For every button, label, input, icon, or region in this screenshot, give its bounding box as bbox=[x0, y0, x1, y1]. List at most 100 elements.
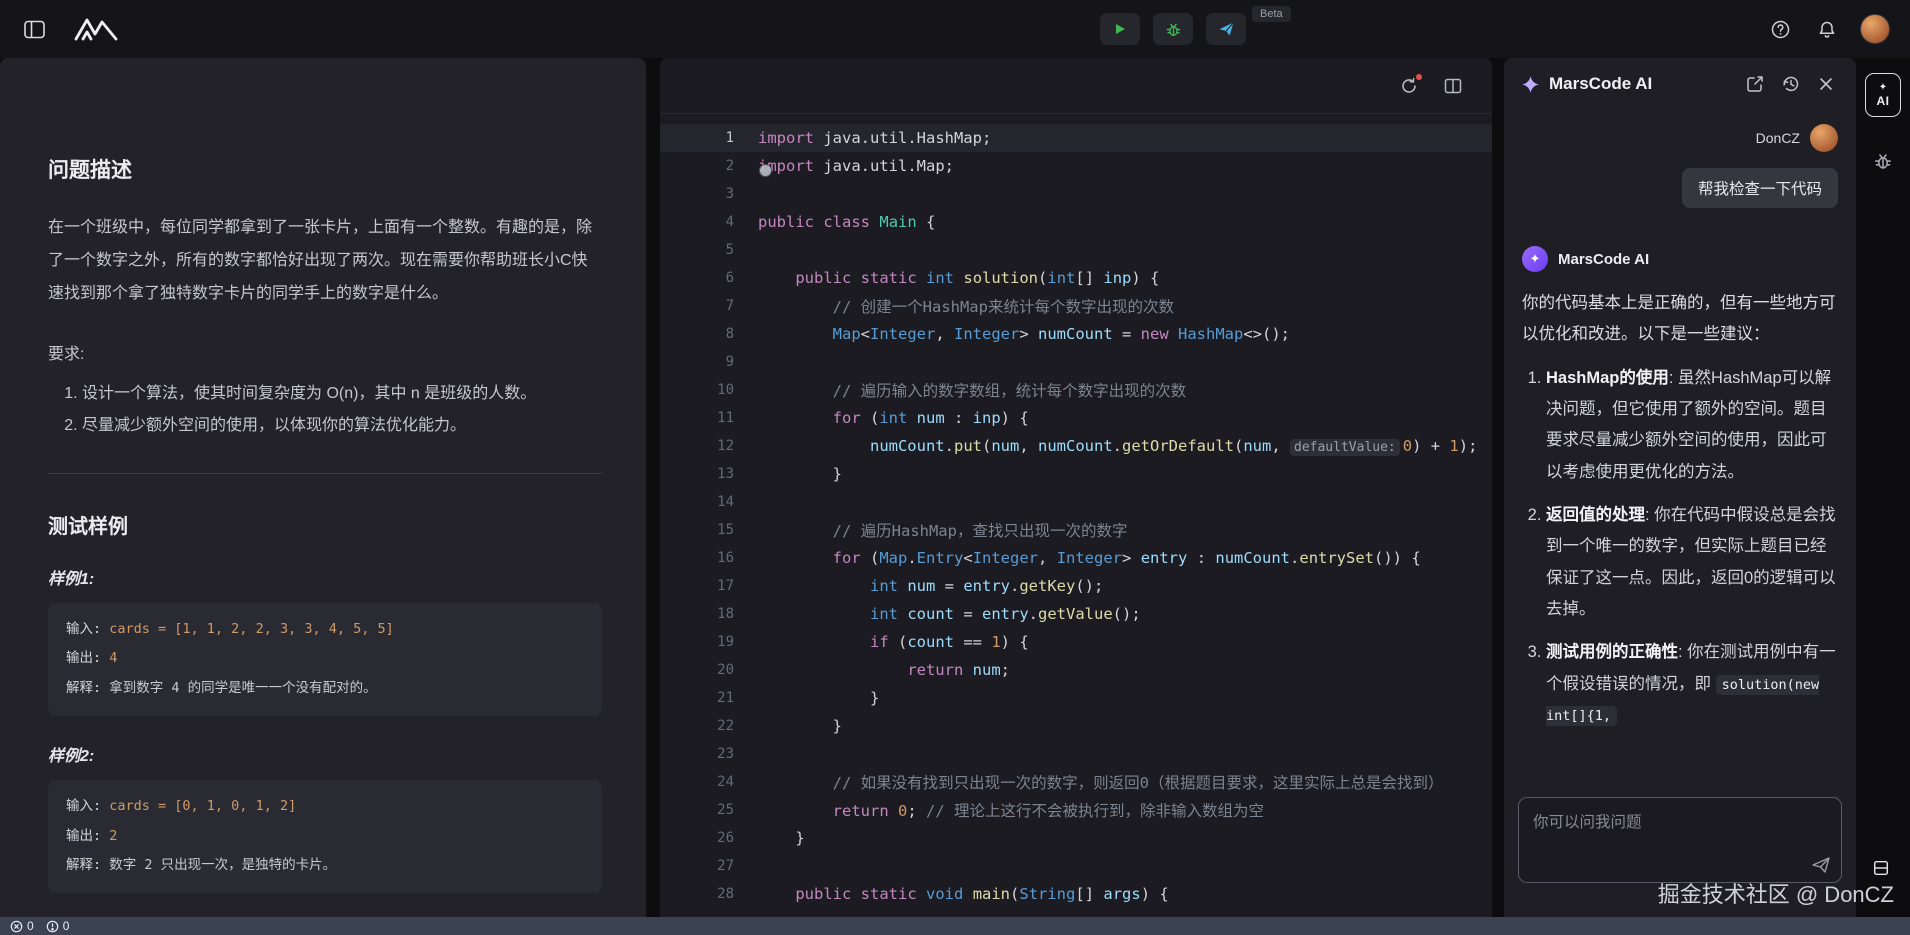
workspace: 问题描述 在一个班级中，每位同学都拿到了一张卡片，上面有一个整数。有趣的是，除了… bbox=[0, 58, 1910, 917]
split-editor-button[interactable] bbox=[1440, 73, 1466, 99]
ai-assistant-rail-button[interactable]: ✦ AI bbox=[1865, 73, 1901, 117]
code-line[interactable]: 13 } bbox=[660, 460, 1492, 488]
code-line[interactable]: 16 for (Map.Entry<Integer, Integer> entr… bbox=[660, 544, 1492, 572]
ai-message-header: ✦ MarsCode AI bbox=[1522, 246, 1838, 272]
chat-user-avatar bbox=[1810, 124, 1838, 152]
sample-label: 样例2: bbox=[48, 747, 95, 765]
code-line[interactable]: 22 } bbox=[660, 712, 1492, 740]
play-icon bbox=[1113, 22, 1127, 36]
ai-intro-text: 你的代码基本上是正确的，但有一些地方可以优化和改进。以下是一些建议： bbox=[1522, 294, 1836, 344]
right-rail: ✦ AI bbox=[1856, 58, 1910, 917]
panel-gap bbox=[1492, 58, 1504, 917]
code-line[interactable]: 26 } bbox=[660, 824, 1492, 852]
notifications-button[interactable] bbox=[1814, 16, 1840, 43]
submit-button[interactable] bbox=[1206, 13, 1246, 45]
mouse-cursor-dot bbox=[760, 165, 771, 176]
bug-icon bbox=[1165, 21, 1182, 38]
history-clock-icon bbox=[1782, 75, 1800, 93]
marscode-logo bbox=[73, 16, 119, 42]
refresh-icon bbox=[1400, 77, 1418, 95]
warning-count-value: 0 bbox=[62, 919, 70, 933]
code-line[interactable]: 17 int num = entry.getKey(); bbox=[660, 572, 1492, 600]
code-line[interactable]: 4 public class Main { bbox=[660, 208, 1492, 236]
send-message-button[interactable] bbox=[1811, 856, 1831, 874]
split-columns-icon bbox=[1444, 77, 1462, 95]
close-chat-button[interactable] bbox=[1814, 72, 1838, 96]
ai-suggestion: 返回值的处理: 你在代码中假设总是会找到一个唯一的数字，但实际上题目已经保证了这… bbox=[1546, 500, 1838, 625]
code-line[interactable]: 9 bbox=[660, 348, 1492, 376]
code-line[interactable]: 7 // 创建一个HashMap来统计每个数字出现的次数 bbox=[660, 292, 1492, 320]
sample-label: 样例1: bbox=[48, 570, 95, 588]
sidebar-toggle-button[interactable] bbox=[20, 16, 49, 43]
code-line[interactable]: 27 bbox=[660, 852, 1492, 880]
chat-header: MarsCode AI bbox=[1504, 58, 1856, 110]
code-line[interactable]: 5 bbox=[660, 236, 1492, 264]
code-editor[interactable]: 1 import java.util.HashMap; 2 import java.u… bbox=[660, 114, 1492, 917]
user-message-bubble: 帮我检查一下代码 bbox=[1681, 168, 1838, 208]
chat-input-box bbox=[1518, 797, 1842, 883]
warning-count[interactable]: 0 bbox=[46, 919, 70, 933]
chat-input-area bbox=[1504, 787, 1856, 917]
code-line[interactable]: 2 import java.util.Map; bbox=[660, 152, 1492, 180]
run-button[interactable] bbox=[1100, 13, 1140, 45]
sparkle-icon: ✦ bbox=[1878, 81, 1888, 93]
update-dot bbox=[1416, 73, 1422, 80]
code-line[interactable]: 3 bbox=[660, 180, 1492, 208]
editor-toolbar bbox=[660, 58, 1492, 114]
code-line[interactable]: 14 bbox=[660, 488, 1492, 516]
question-icon bbox=[1771, 20, 1790, 39]
warning-circle-icon bbox=[46, 920, 59, 933]
debug-insect-rail-button[interactable] bbox=[1869, 147, 1897, 175]
samples: 样例1: 输入: cards = [1, 1, 2, 2, 3, 3, 4, 5,… bbox=[48, 565, 602, 917]
sample-block: 输入: cards = [0, 1, 0, 1, 2] 输出: 2 解释: 数字 2… bbox=[48, 779, 602, 893]
beta-badge: Beta bbox=[1252, 6, 1291, 22]
chat-user-name: DonCZ bbox=[1755, 130, 1800, 146]
error-circle-icon bbox=[10, 920, 23, 933]
status-bar: 0 0 bbox=[0, 917, 1910, 935]
ai-suggestion: HashMap的使用: 虽然HashMap可以解决问题，但它使用了额外的空间。题… bbox=[1546, 363, 1838, 488]
inline-code: solution(new int[]{1, bbox=[1546, 674, 1820, 727]
code-line[interactable]: 1 import java.util.HashMap; bbox=[660, 124, 1492, 152]
chat-input[interactable] bbox=[1519, 798, 1841, 882]
chat-conversation: DonCZ 帮我检查一下代码 ✦ MarsCode AI 你的代码基本上是正确的… bbox=[1504, 110, 1856, 787]
send-plane-icon bbox=[1811, 856, 1831, 874]
code-editor-panel: 1 import java.util.HashMap; 2 import java.u… bbox=[660, 58, 1492, 917]
code-line[interactable]: 18 int count = entry.getValue(); bbox=[660, 600, 1492, 628]
code-line[interactable]: 8 Map<Integer, Integer> numCount = new H… bbox=[660, 320, 1492, 348]
code-line[interactable]: 15 // 遍历HashMap，查找只出现一次的数字 bbox=[660, 516, 1492, 544]
code-line[interactable]: 20 return num; bbox=[660, 656, 1492, 684]
ai-name: MarsCode AI bbox=[1558, 250, 1650, 268]
bell-icon bbox=[1818, 20, 1836, 39]
problem-description: 在一个班级中，每位同学都拿到了一张卡片，上面有一个整数。有趣的是，除了一个数字之… bbox=[48, 219, 593, 302]
code-line[interactable]: 19 if (count == 1) { bbox=[660, 628, 1492, 656]
reset-code-button[interactable] bbox=[1396, 73, 1422, 99]
error-count[interactable]: 0 bbox=[10, 919, 34, 933]
requirements-label: 要求: bbox=[48, 346, 85, 364]
code-line[interactable]: 28 public static void main(String[] args… bbox=[660, 880, 1492, 908]
code-line[interactable]: 23 bbox=[660, 740, 1492, 768]
topbar: Beta bbox=[0, 0, 1910, 58]
code-line[interactable]: 10 // 遍历输入的数字数组，统计每个数字出现的次数 bbox=[660, 376, 1492, 404]
code-lines: 1 import java.util.HashMap; 2 import java.u… bbox=[660, 124, 1492, 908]
code-line[interactable]: 24 // 如果没有找到只出现一次的数字，则返回0（根据题目要求，这里实际上总是… bbox=[660, 768, 1492, 796]
panel-left-icon bbox=[24, 20, 45, 39]
ai-suggestion: 测试用例的正确性: 你在测试用例中有一个假设错误的情况，即 solution(n… bbox=[1546, 637, 1838, 731]
code-line[interactable]: 25 return 0; // 理论上这行不会被执行到，除非输入数组为空 bbox=[660, 796, 1492, 824]
user-avatar-topbar[interactable] bbox=[1860, 14, 1890, 44]
problem-title: 问题描述 bbox=[48, 159, 132, 182]
code-line[interactable]: 6 public static int solution(int[] inp) … bbox=[660, 264, 1492, 292]
panel-gap bbox=[646, 58, 660, 917]
ai-suggestions: HashMap的使用: 虽然HashMap可以解决问题，但它使用了额外的空间。题… bbox=[1522, 363, 1838, 732]
paper-plane-icon bbox=[1218, 21, 1235, 37]
code-line[interactable]: 12 numCount.put(num, numCount.getOrDefau… bbox=[660, 432, 1492, 460]
code-line[interactable]: 21 } bbox=[660, 684, 1492, 712]
code-line[interactable]: 11 for (int num : inp) { bbox=[660, 404, 1492, 432]
marscode-sparkle-icon bbox=[1522, 75, 1539, 93]
help-button[interactable] bbox=[1767, 16, 1794, 43]
chat-history-button[interactable] bbox=[1778, 71, 1804, 97]
requirements-list: 设计一个算法，使其时间复杂度为 O(n)，其中 n 是班级的人数。尽量减少额外空… bbox=[58, 378, 602, 440]
problem-panel: 问题描述 在一个班级中，每位同学都拿到了一张卡片，上面有一个整数。有趣的是，除了… bbox=[0, 58, 646, 917]
chat-user-row: DonCZ bbox=[1522, 124, 1838, 152]
new-chat-button[interactable] bbox=[1742, 71, 1768, 97]
debug-run-button[interactable] bbox=[1153, 13, 1193, 45]
